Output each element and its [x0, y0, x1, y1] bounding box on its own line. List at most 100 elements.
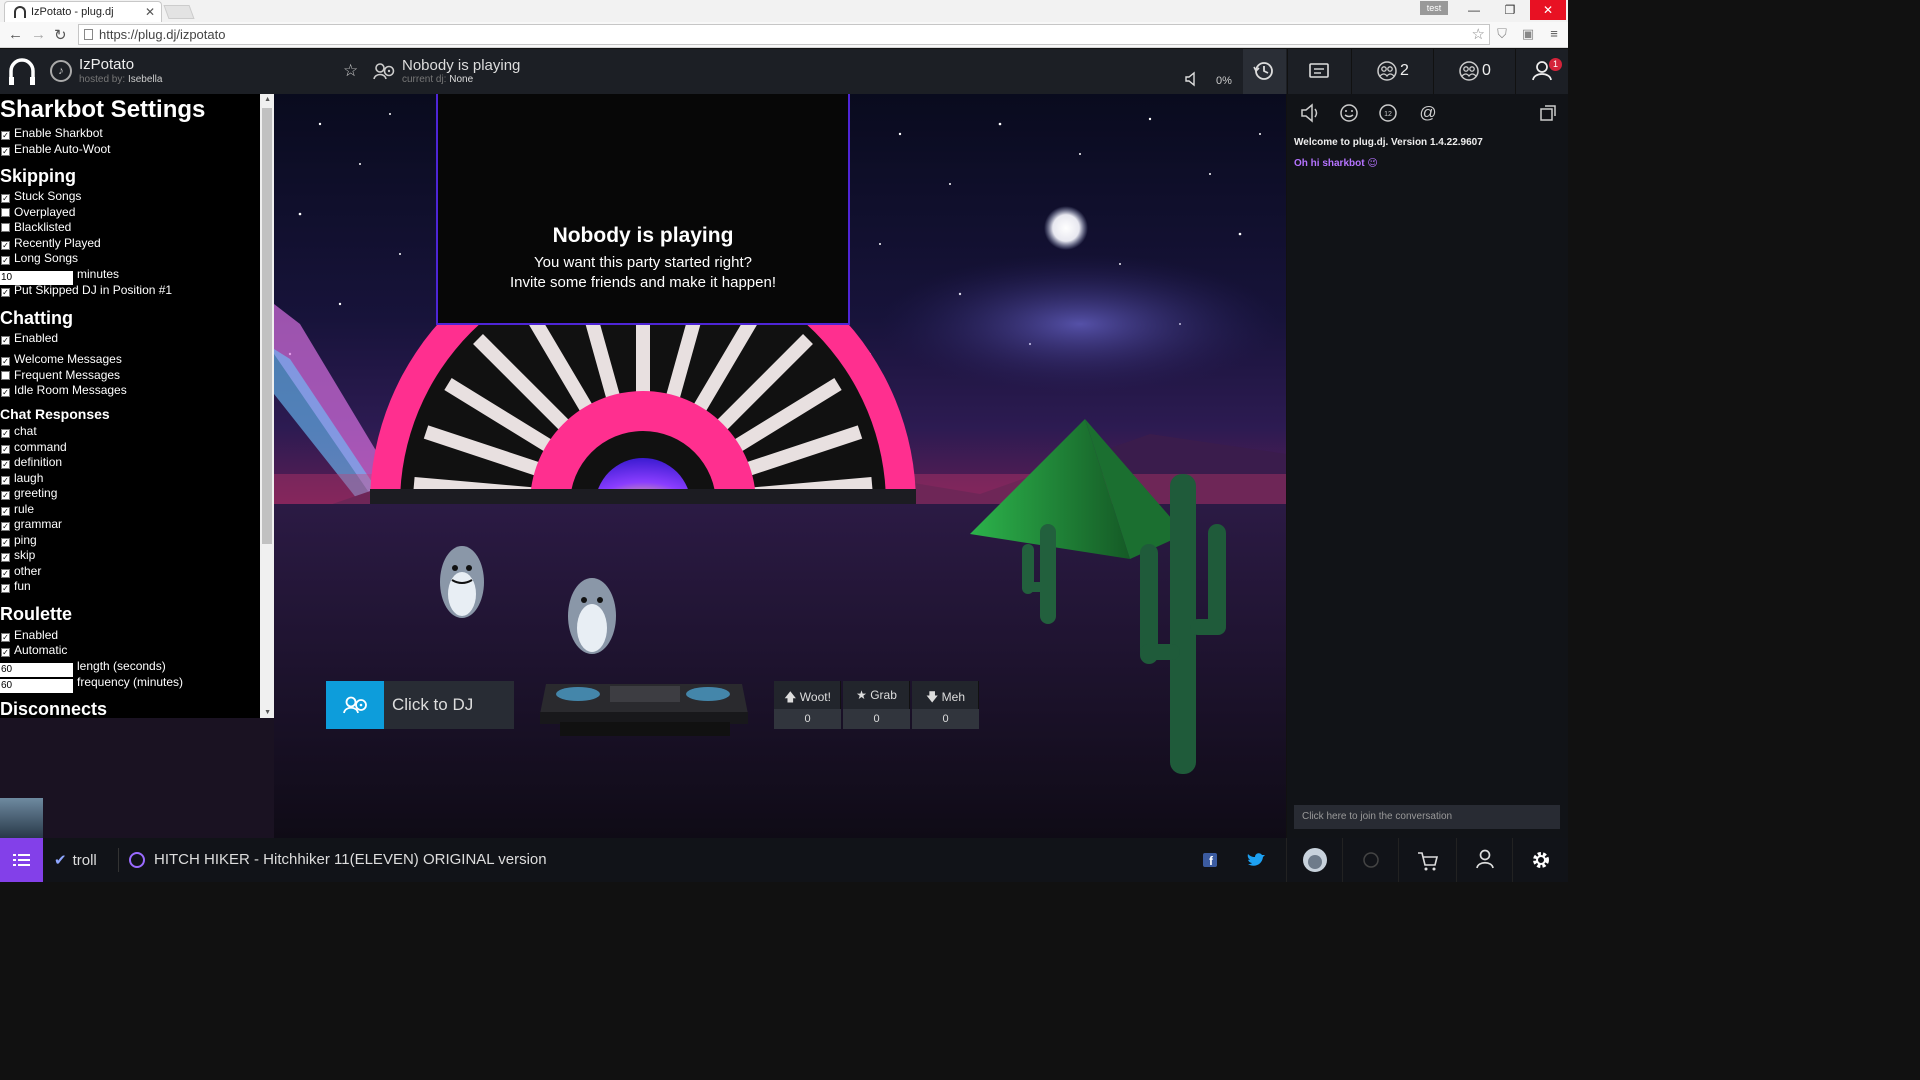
extension-shield-icon[interactable]: ⛉ [1494, 26, 1510, 42]
profile-button[interactable] [1456, 838, 1512, 882]
bookmark-star-icon[interactable]: ☆ [1472, 25, 1485, 43]
checkbox-enable-auto-woot[interactable]: ✓ Enable Auto-Woot [1, 142, 111, 156]
new-tab-button[interactable] [163, 5, 195, 19]
checkbox-chatting-enabled[interactable]: ✓ Enabled [1, 331, 58, 345]
restore-button[interactable]: ❐ [1492, 0, 1528, 20]
checkbox-response-laugh[interactable]: ✓ laugh [1, 471, 43, 485]
checkbox-box[interactable]: ✓ [1, 460, 10, 469]
browser-menu-icon[interactable]: ≡ [1546, 26, 1562, 42]
chat-input[interactable]: Click here to join the conversation [1294, 805, 1560, 829]
checkbox-response-command[interactable]: ✓ command [1, 440, 67, 454]
url-input[interactable]: https://plug.dj/izpotato ☆ [78, 24, 1490, 45]
checkbox-box[interactable]: ✓ [1, 522, 10, 531]
settings-scrollbar[interactable]: ▲ ▼ [260, 94, 274, 718]
room-info[interactable]: ♪ IzPotato hosted by: Isebella [48, 49, 338, 94]
checkbox-box[interactable]: ✓ [1, 553, 10, 562]
click-to-dj-button[interactable]: Click to DJ [326, 681, 514, 729]
checkbox-frequent-messages[interactable]: Frequent Messages [1, 368, 120, 382]
checkbox-box[interactable]: ✓ [1, 147, 10, 156]
scroll-up-icon[interactable]: ▲ [264, 96, 271, 103]
checkbox-box[interactable]: ✓ [1, 388, 10, 397]
checkbox-long-songs[interactable]: ✓ Long Songs [1, 251, 78, 265]
grab-button[interactable]: ★ Grab 0 [843, 681, 910, 729]
scroll-thumb[interactable] [262, 108, 272, 544]
checkbox-overplayed[interactable]: Overplayed [1, 205, 75, 219]
checkbox-response-definition[interactable]: ✓ definition [1, 455, 62, 469]
checkbox-response-grammar[interactable]: ✓ grammar [1, 517, 62, 531]
checkbox-box[interactable]: ✓ [1, 429, 10, 438]
checkbox-box[interactable]: ✓ [1, 357, 10, 366]
checkbox-blacklisted[interactable]: Blacklisted [1, 220, 71, 234]
user-avatar-thumbnail[interactable] [0, 798, 43, 838]
volume-icon[interactable] [1184, 71, 1200, 87]
chat-tab[interactable] [1287, 49, 1351, 94]
meh-button[interactable]: 🡇 Meh 0 [912, 681, 979, 729]
checkbox-recently-played[interactable]: ✓ Recently Played [1, 236, 101, 250]
friends-tab[interactable]: 1 [1515, 49, 1568, 94]
staff-tab[interactable]: 0 [1433, 49, 1515, 94]
scroll-down-icon[interactable]: ▼ [264, 709, 271, 716]
checkbox-box[interactable]: ✓ [1, 538, 10, 547]
popout-icon[interactable] [1537, 102, 1559, 124]
checkbox-stuck-songs[interactable]: ✓ Stuck Songs [1, 189, 81, 203]
woot-button[interactable]: 🡅 Woot! 0 [774, 681, 841, 729]
checkbox-box[interactable]: ✓ [1, 241, 10, 250]
minimize-button[interactable]: — [1456, 0, 1492, 20]
checkbox-box[interactable]: ✓ [1, 256, 10, 265]
mentions-icon[interactable]: @ [1417, 102, 1439, 124]
roulette-frequency-input[interactable]: 60 [0, 679, 73, 693]
checkbox-welcome-messages[interactable]: ✓ Welcome Messages [1, 352, 122, 366]
checkbox-response-other[interactable]: ✓ other [1, 564, 41, 578]
checkbox-box[interactable]: ✓ [1, 476, 10, 485]
active-playlist[interactable]: ✔ troll [54, 851, 97, 869]
checkbox-response-fun[interactable]: ✓ fun [1, 579, 31, 593]
settings-button[interactable] [1512, 838, 1568, 882]
checkbox-box[interactable]: ✓ [1, 194, 10, 203]
checkbox-response-skip[interactable]: ✓ skip [1, 548, 35, 562]
audience-tab[interactable]: 2 [1351, 49, 1433, 94]
checkbox-response-greeting[interactable]: ✓ greeting [1, 486, 57, 500]
checkbox-put-skipped-dj[interactable]: ✓ Put Skipped DJ in Position #1 [1, 283, 172, 297]
chat-sound-icon[interactable] [1299, 102, 1321, 124]
checkbox-box[interactable]: ✓ [1, 491, 10, 500]
favorite-star-icon[interactable]: ☆ [343, 61, 358, 81]
checkbox-response-chat[interactable]: ✓ chat [1, 424, 37, 438]
points-button[interactable] [1342, 838, 1398, 882]
checkbox-response-ping[interactable]: ✓ ping [1, 533, 37, 547]
timestamps-icon[interactable]: 12 [1377, 102, 1399, 124]
checkbox-response-rule[interactable]: ✓ rule [1, 502, 34, 516]
checkbox-idle-room-messages[interactable]: ✓ Idle Room Messages [1, 383, 127, 397]
checkbox-roulette-enabled[interactable]: ✓ Enabled [1, 628, 58, 642]
my-avatar-button[interactable] [1286, 838, 1342, 882]
extension-icon[interactable]: ▣ [1520, 26, 1536, 42]
history-button[interactable] [1243, 49, 1286, 94]
checkbox-roulette-automatic[interactable]: ✓ Automatic [1, 643, 67, 657]
close-tab-icon[interactable]: ✕ [145, 5, 155, 19]
checkbox-box[interactable] [1, 371, 10, 380]
checkbox-box[interactable]: ✓ [1, 569, 10, 578]
playlist-button[interactable] [0, 838, 43, 882]
twitter-share-button[interactable] [1228, 838, 1284, 882]
checkbox-enable-sharkbot[interactable]: ✓ Enable Sharkbot [1, 126, 103, 140]
checkbox-box[interactable]: ✓ [1, 507, 10, 516]
checkbox-box[interactable]: ✓ [1, 288, 10, 297]
checkbox-box[interactable]: ✓ [1, 336, 10, 345]
browser-user-badge[interactable]: test [1420, 1, 1448, 15]
shop-button[interactable] [1398, 838, 1454, 882]
checkbox-box[interactable] [1, 223, 10, 232]
plug-logo-icon[interactable] [0, 49, 44, 94]
back-icon[interactable]: ← [8, 26, 23, 43]
reload-icon[interactable]: ↻ [54, 26, 67, 44]
forward-icon[interactable]: → [31, 26, 46, 43]
checkbox-box[interactable]: ✓ [1, 445, 10, 454]
checkbox-box[interactable]: ✓ [1, 584, 10, 593]
dolphin-avatar-2[interactable] [568, 578, 616, 654]
checkbox-box[interactable]: ✓ [1, 131, 10, 140]
checkbox-box[interactable]: ✓ [1, 633, 10, 642]
checkbox-box[interactable] [1, 208, 10, 217]
window-close-button[interactable]: ✕ [1530, 0, 1566, 20]
dolphin-avatar-1[interactable] [440, 546, 484, 618]
emoji-icon[interactable] [1338, 102, 1360, 124]
checkbox-box[interactable]: ✓ [1, 648, 10, 657]
browser-tab[interactable]: IzPotato - plug.dj ✕ [4, 1, 162, 22]
